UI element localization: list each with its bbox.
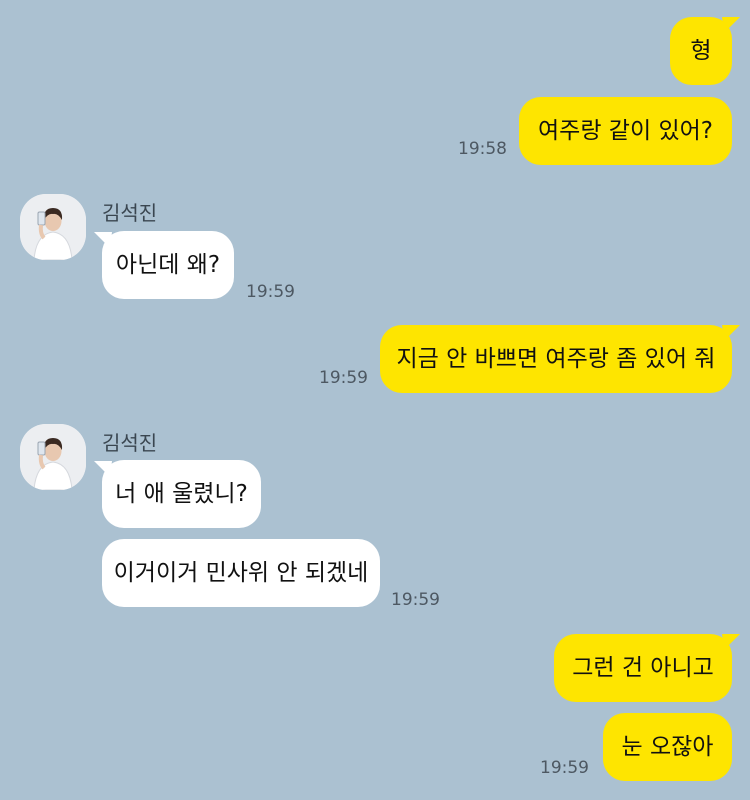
message-timestamp: 19:59 xyxy=(246,282,295,302)
profile-photo xyxy=(20,424,86,490)
my-bubble-tail xyxy=(722,17,740,33)
my-bubble-tail xyxy=(722,325,740,341)
my-message-bubble[interactable]: 눈 오잖아 xyxy=(603,713,732,781)
their-message-bubble[interactable]: 이거이거 민사위 안 되겠네 xyxy=(102,539,380,607)
sender-name: 김석진 xyxy=(102,431,158,455)
contact-avatar[interactable] xyxy=(20,194,86,260)
my-bubble-tail xyxy=(722,634,740,650)
message-timestamp: 19:58 xyxy=(458,139,507,159)
contact-avatar[interactable] xyxy=(20,424,86,490)
my-message-bubble[interactable]: 지금 안 바쁘면 여주랑 좀 있어 줘 xyxy=(380,325,732,393)
their-message-bubble[interactable]: 너 애 울렸니? xyxy=(102,460,261,528)
message-timestamp: 19:59 xyxy=(391,590,440,610)
sender-name: 김석진 xyxy=(102,201,158,225)
message-timestamp: 19:59 xyxy=(540,758,589,778)
my-message-bubble[interactable]: 여주랑 같이 있어? xyxy=(519,97,732,165)
my-message-bubble[interactable]: 그런 건 아니고 xyxy=(554,634,732,702)
profile-photo xyxy=(20,194,86,260)
their-message-bubble[interactable]: 아닌데 왜? xyxy=(102,231,234,299)
message-timestamp: 19:59 xyxy=(319,368,368,388)
